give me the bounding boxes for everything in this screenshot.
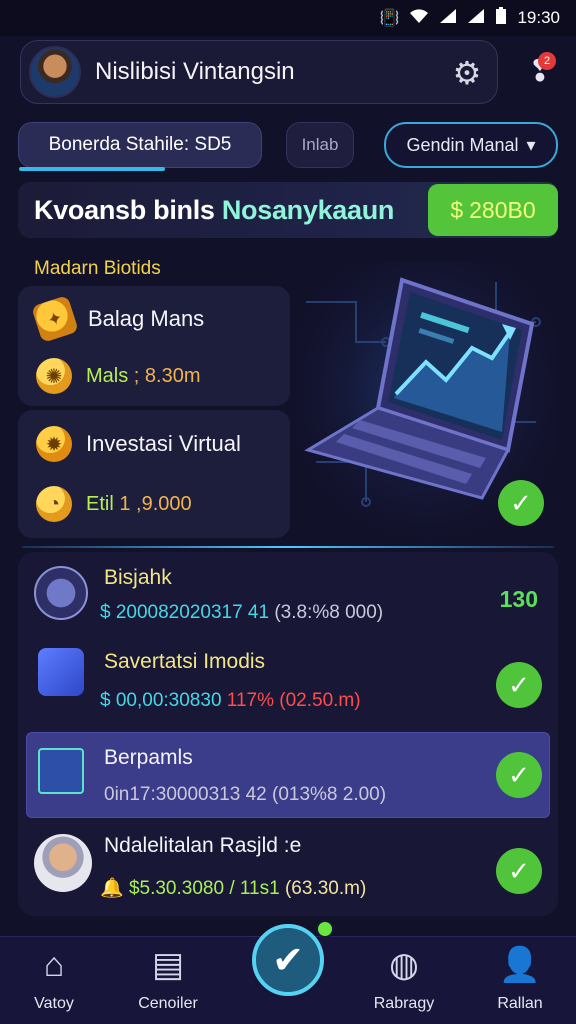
list-item[interactable]: Savertatsi Imodis $ 00,00:30830 117% (02…	[18, 640, 558, 728]
profile-header[interactable]: Nislibisi Vintangsin ⚙	[20, 40, 498, 104]
nav-item-home[interactable]: ⌂ Vatoy	[4, 945, 104, 1013]
card-title: Investasi Virtual	[86, 431, 241, 456]
cube-icon	[38, 648, 84, 696]
list-item-title: Savertatsi Imodis	[104, 650, 266, 673]
list-item-percent: 117%	[226, 690, 274, 711]
nav-label: Rallan	[497, 995, 543, 1012]
list-item-detail: (02.50.m)	[279, 690, 361, 711]
promo-amount-button[interactable]: $ 280B0	[428, 184, 558, 236]
gear-coin-icon: ✺	[36, 358, 72, 394]
card-value-label: Mals	[86, 364, 129, 387]
check-icon: ✔	[272, 939, 304, 982]
check-circle-icon[interactable]: ✓	[496, 662, 542, 708]
balance-pill[interactable]: Bonerda Stahile: SD5	[18, 122, 262, 171]
balance-label: Bonerda Stahile: SD5	[48, 134, 232, 155]
notification-badge: 2	[538, 52, 556, 70]
wifi-icon	[409, 8, 429, 29]
list-item-subtitle: 🔔 $5.30.3080 / 11s1 (63.30.m)	[100, 876, 366, 900]
user-icon: 👤	[498, 946, 542, 984]
nav-label: Rabragy	[373, 995, 435, 1012]
list-item-amount: $ 200082020317 41	[100, 602, 270, 623]
list-item-subtitle: $ 200082020317 41 (3.8:%8 000)	[100, 602, 383, 624]
check-circle-icon[interactable]: ✓	[496, 752, 542, 798]
check-circle-icon[interactable]: ✓	[496, 848, 542, 894]
check-circle-icon[interactable]: ✓	[498, 480, 544, 526]
list-item-detail: (63.30.m)	[284, 878, 367, 899]
status-bar: 📳 19:30	[0, 0, 576, 36]
nav-item-globe[interactable]: ◍ Rabragy	[354, 945, 454, 1013]
list-item-amount: 0in17:30000313 42	[104, 784, 267, 805]
signal-icon	[439, 8, 457, 29]
dollar-icon: $	[450, 196, 464, 223]
list-item[interactable]: Ndalelitalan Rasjld :e 🔔 $5.30.3080 / 11…	[18, 824, 558, 912]
list-item-title: Berpamls	[104, 746, 193, 769]
tab-label: Inlab	[301, 135, 339, 154]
gear-alert-icon: ✹	[36, 426, 72, 462]
signal-2-icon	[467, 8, 485, 29]
document-icon: ▤	[151, 946, 185, 984]
chart-check-icon	[38, 748, 84, 794]
card-value: Etil 1 ,9.000	[86, 493, 192, 516]
notification-button[interactable]: ❢ 2	[522, 52, 558, 92]
filter-dropdown[interactable]: Gendin Manal ▾	[384, 122, 558, 168]
card-value-amount: ; 8.30m	[133, 364, 201, 387]
fab-badge	[316, 920, 334, 938]
list-item-detail: (013%8 2.00)	[272, 784, 387, 805]
divider	[22, 546, 554, 548]
avatar	[34, 834, 92, 892]
promo-title-highlight: Nosanykaaun	[221, 194, 395, 225]
globe-icon: ◍	[389, 946, 419, 984]
list-item-percent: / 11s1	[229, 878, 280, 899]
chevron-down-icon: ▾	[526, 134, 536, 155]
tag-icon: ✦	[31, 295, 79, 343]
list-item-title: Ndalelitalan Rasjld :e	[104, 834, 302, 857]
card-investasi-virtual[interactable]: ✹ Investasi Virtual ◔ Etil 1 ,9.000	[18, 410, 290, 538]
card-value-amount: 1 ,9.000	[119, 492, 192, 515]
promo-amount: 280B0	[469, 196, 536, 223]
card-balag-mans[interactable]: ✦ Balag Mans ✺ Mals ; 8.30m	[18, 286, 290, 406]
promo-title: Kvoansb binls Nosanykaaun	[34, 195, 394, 226]
card-value: Mals ; 8.30m	[86, 365, 201, 388]
gear-icon[interactable]: ⚙	[449, 55, 485, 91]
transaction-list: Bisjahk $ 200082020317 41 (3.8:%8 000) 1…	[18, 552, 558, 916]
battery-icon	[495, 6, 507, 30]
dropdown-value: Gendin Manal	[406, 134, 519, 155]
list-item-amount: $ 00,00:30830	[100, 690, 222, 711]
status-time: 19:30	[517, 8, 560, 27]
list-item-subtitle: $ 00,00:30830 117% (02.50.m)	[100, 690, 361, 712]
bell-icon: 🔔	[100, 878, 124, 899]
avatar[interactable]	[29, 46, 81, 98]
promo-banner[interactable]: Kvoansb binls Nosanykaaun $ 280B0	[18, 182, 558, 238]
nav-item-profile[interactable]: 👤 Rallan	[470, 945, 570, 1013]
list-item-amount: $5.30.3080	[128, 878, 225, 899]
list-item[interactable]: Berpamls 0in17:30000313 42 (013%8 2.00) …	[18, 732, 558, 818]
fab-check-button[interactable]: ✔	[252, 924, 324, 996]
compass-icon	[34, 566, 88, 620]
card-value-label: Etil	[86, 492, 114, 515]
tab-inlab[interactable]: Inlab	[286, 122, 354, 168]
list-item-detail: (3.8:%8 000)	[274, 602, 384, 623]
promo-title-text: Kvoansb binls	[34, 194, 215, 225]
list-item-count: 130	[499, 586, 538, 612]
vibrate-icon: 📳	[379, 10, 400, 27]
list-item[interactable]: Bisjahk $ 200082020317 41 (3.8:%8 000) 1…	[18, 552, 558, 636]
nav-item-document[interactable]: ▤ Cenoiler	[118, 945, 218, 1013]
list-item-title: Bisjahk	[104, 566, 172, 589]
card-title: Balag Mans	[88, 306, 205, 331]
active-indicator	[19, 167, 165, 171]
list-item-subtitle: 0in17:30000313 42 (013%8 2.00)	[104, 784, 386, 806]
nav-label: Cenoiler	[138, 995, 198, 1012]
username: Nislibisi Vintangsin	[95, 58, 295, 85]
home-icon: ⌂	[43, 946, 65, 984]
section-label: Madarn Biotids	[34, 258, 161, 279]
timer-coin-icon: ◔	[36, 486, 72, 522]
nav-label: Vatoy	[34, 995, 74, 1012]
